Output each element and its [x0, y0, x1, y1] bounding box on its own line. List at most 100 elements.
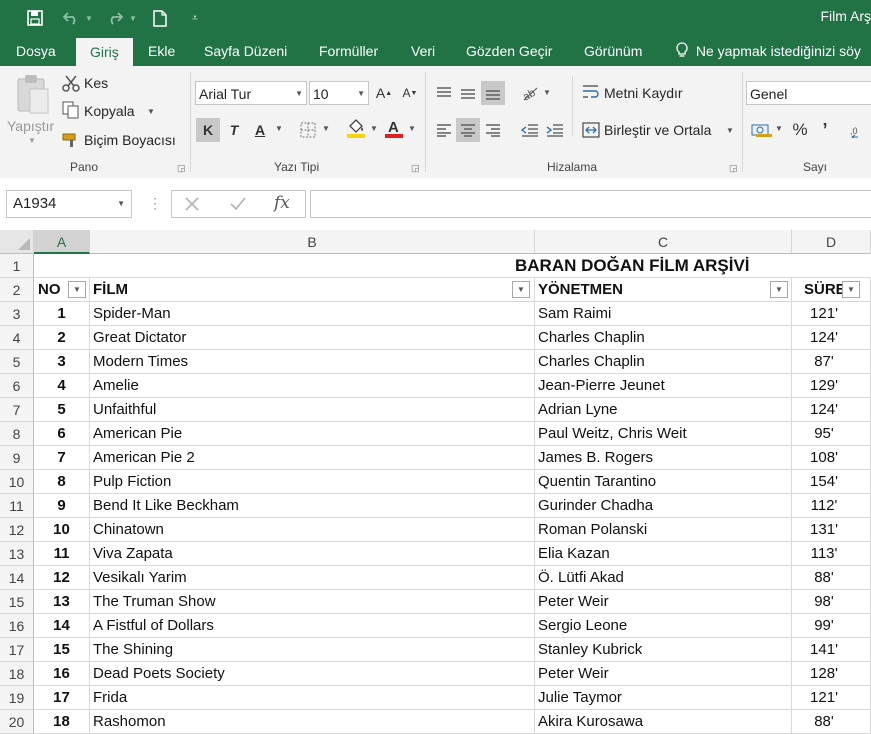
cell-no[interactable]: 10 — [34, 518, 90, 542]
font-size-select[interactable]: 10 ▼ — [309, 81, 369, 105]
paste-icon[interactable] — [14, 74, 52, 121]
cell-director[interactable]: James B. Rogers — [535, 446, 792, 470]
cell-film[interactable]: Unfaithful — [90, 398, 535, 422]
cell-director[interactable]: Peter Weir — [535, 590, 792, 614]
cell-film[interactable]: Viva Zapata — [90, 542, 535, 566]
cell-duration[interactable]: 131' — [792, 518, 871, 542]
comma-style-button[interactable]: ’ — [813, 118, 837, 142]
row-header[interactable]: 1 — [0, 254, 34, 278]
cell-director[interactable]: Quentin Tarantino — [535, 470, 792, 494]
tab-gorunum[interactable]: Görünüm — [584, 36, 642, 66]
underline-button[interactable]: A — [248, 118, 272, 142]
row-header[interactable]: 5 — [0, 350, 34, 374]
orientation-icon[interactable]: ab — [518, 81, 542, 105]
filter-dropdown-icon[interactable]: ▼ — [770, 281, 788, 298]
column-header-c[interactable]: C — [535, 230, 792, 254]
cell-director[interactable]: Peter Weir — [535, 662, 792, 686]
new-file-icon[interactable] — [150, 7, 170, 29]
row-header[interactable]: 15 — [0, 590, 34, 614]
row-header[interactable]: 6 — [0, 374, 34, 398]
cell-no[interactable]: 1 — [34, 302, 90, 326]
filter-dropdown-icon[interactable]: ▼ — [512, 281, 530, 298]
row-header[interactable]: 16 — [0, 614, 34, 638]
cell-duration[interactable]: 99' — [792, 614, 871, 638]
tab-dosya[interactable]: Dosya — [16, 36, 56, 66]
cell-film[interactable]: Great Dictator — [90, 326, 535, 350]
header-cell-film[interactable]: FİLM ▼ — [90, 278, 535, 302]
row-header[interactable]: 7 — [0, 398, 34, 422]
currency-icon[interactable] — [750, 118, 774, 142]
row-header[interactable]: 9 — [0, 446, 34, 470]
increase-indent-icon[interactable] — [543, 118, 567, 142]
cell-film[interactable]: Vesikalı Yarim — [90, 566, 535, 590]
save-icon[interactable] — [22, 7, 48, 29]
cell-director[interactable]: Julie Taymor — [535, 686, 792, 710]
cell-film[interactable]: Chinatown — [90, 518, 535, 542]
cell-film[interactable]: Frida — [90, 686, 535, 710]
tab-formuller[interactable]: Formüller — [319, 36, 378, 66]
bold-button[interactable]: K — [196, 118, 220, 142]
cell-director[interactable]: Akira Kurosawa — [535, 710, 792, 734]
cell-director[interactable]: Stanley Kubrick — [535, 638, 792, 662]
cell-duration[interactable]: 112' — [792, 494, 871, 518]
percent-button[interactable]: % — [788, 118, 812, 142]
cell-duration[interactable]: 95' — [792, 422, 871, 446]
align-center-icon[interactable] — [456, 118, 480, 142]
row-header[interactable]: 12 — [0, 518, 34, 542]
align-middle-icon[interactable] — [456, 81, 480, 105]
cell-film[interactable]: The Truman Show — [90, 590, 535, 614]
grow-font-icon[interactable]: A ▲ — [372, 81, 396, 105]
cell-no[interactable]: 3 — [34, 350, 90, 374]
header-cell-no[interactable]: NO ▼ — [34, 278, 90, 302]
merge-center-button[interactable]: Birleştir ve Ortala — [604, 122, 711, 138]
tab-giris[interactable]: Giriş — [76, 38, 133, 66]
increase-decimal-icon[interactable]: ,0 — [848, 118, 871, 142]
row-header[interactable]: 14 — [0, 566, 34, 590]
row-header[interactable]: 4 — [0, 326, 34, 350]
cell-duration[interactable]: 121' — [792, 686, 871, 710]
tell-me-search[interactable]: Ne yapmak istediğinizi söy — [676, 36, 861, 66]
cell-duration[interactable]: 113' — [792, 542, 871, 566]
undo-dropdown-icon[interactable]: ▼ — [84, 7, 94, 29]
cell-no[interactable]: 13 — [34, 590, 90, 614]
sheet-title-row[interactable]: BARAN DOĞAN FİLM ARŞİVİ — [34, 254, 871, 278]
cell-film[interactable]: Pulp Fiction — [90, 470, 535, 494]
cell-no[interactable]: 5 — [34, 398, 90, 422]
cell-director[interactable]: Roman Polanski — [535, 518, 792, 542]
row-header[interactable]: 2 — [0, 278, 34, 302]
cell-film[interactable]: Modern Times — [90, 350, 535, 374]
font-launcher-icon[interactable]: ◲ — [411, 163, 420, 174]
format-painter-button[interactable]: Biçim Boyacısı — [84, 132, 176, 148]
merge-dropdown-icon[interactable]: ▼ — [726, 126, 734, 135]
cell-duration[interactable]: 154' — [792, 470, 871, 494]
cell-no[interactable]: 9 — [34, 494, 90, 518]
cell-director[interactable]: Sam Raimi — [535, 302, 792, 326]
align-left-icon[interactable] — [432, 118, 456, 142]
name-box[interactable]: A1934 ▼ — [6, 190, 132, 218]
row-header[interactable]: 3 — [0, 302, 34, 326]
header-cell-director[interactable]: YÖNETMEN ▼ — [535, 278, 792, 302]
tab-veri[interactable]: Veri — [411, 36, 435, 66]
cell-film[interactable]: Bend It Like Beckham — [90, 494, 535, 518]
copy-button[interactable]: Kopyala — [84, 103, 135, 119]
cell-duration[interactable]: 124' — [792, 326, 871, 350]
cell-no[interactable]: 17 — [34, 686, 90, 710]
cell-no[interactable]: 18 — [34, 710, 90, 734]
enter-check-icon[interactable] — [228, 194, 248, 219]
cell-duration[interactable]: 88' — [792, 566, 871, 590]
tab-ekle[interactable]: Ekle — [148, 36, 175, 66]
cell-no[interactable]: 11 — [34, 542, 90, 566]
cell-no[interactable]: 6 — [34, 422, 90, 446]
row-header[interactable]: 17 — [0, 638, 34, 662]
cell-no[interactable]: 16 — [34, 662, 90, 686]
row-header[interactable]: 10 — [0, 470, 34, 494]
cell-no[interactable]: 4 — [34, 374, 90, 398]
cell-director[interactable]: Charles Chaplin — [535, 326, 792, 350]
cell-duration[interactable]: 121' — [792, 302, 871, 326]
cell-duration[interactable]: 98' — [792, 590, 871, 614]
cell-duration[interactable]: 129' — [792, 374, 871, 398]
insert-function-icon[interactable]: fx — [274, 193, 290, 213]
font-color-icon[interactable]: A — [382, 116, 406, 140]
cell-film[interactable]: A Fistful of Dollars — [90, 614, 535, 638]
row-header[interactable]: 13 — [0, 542, 34, 566]
